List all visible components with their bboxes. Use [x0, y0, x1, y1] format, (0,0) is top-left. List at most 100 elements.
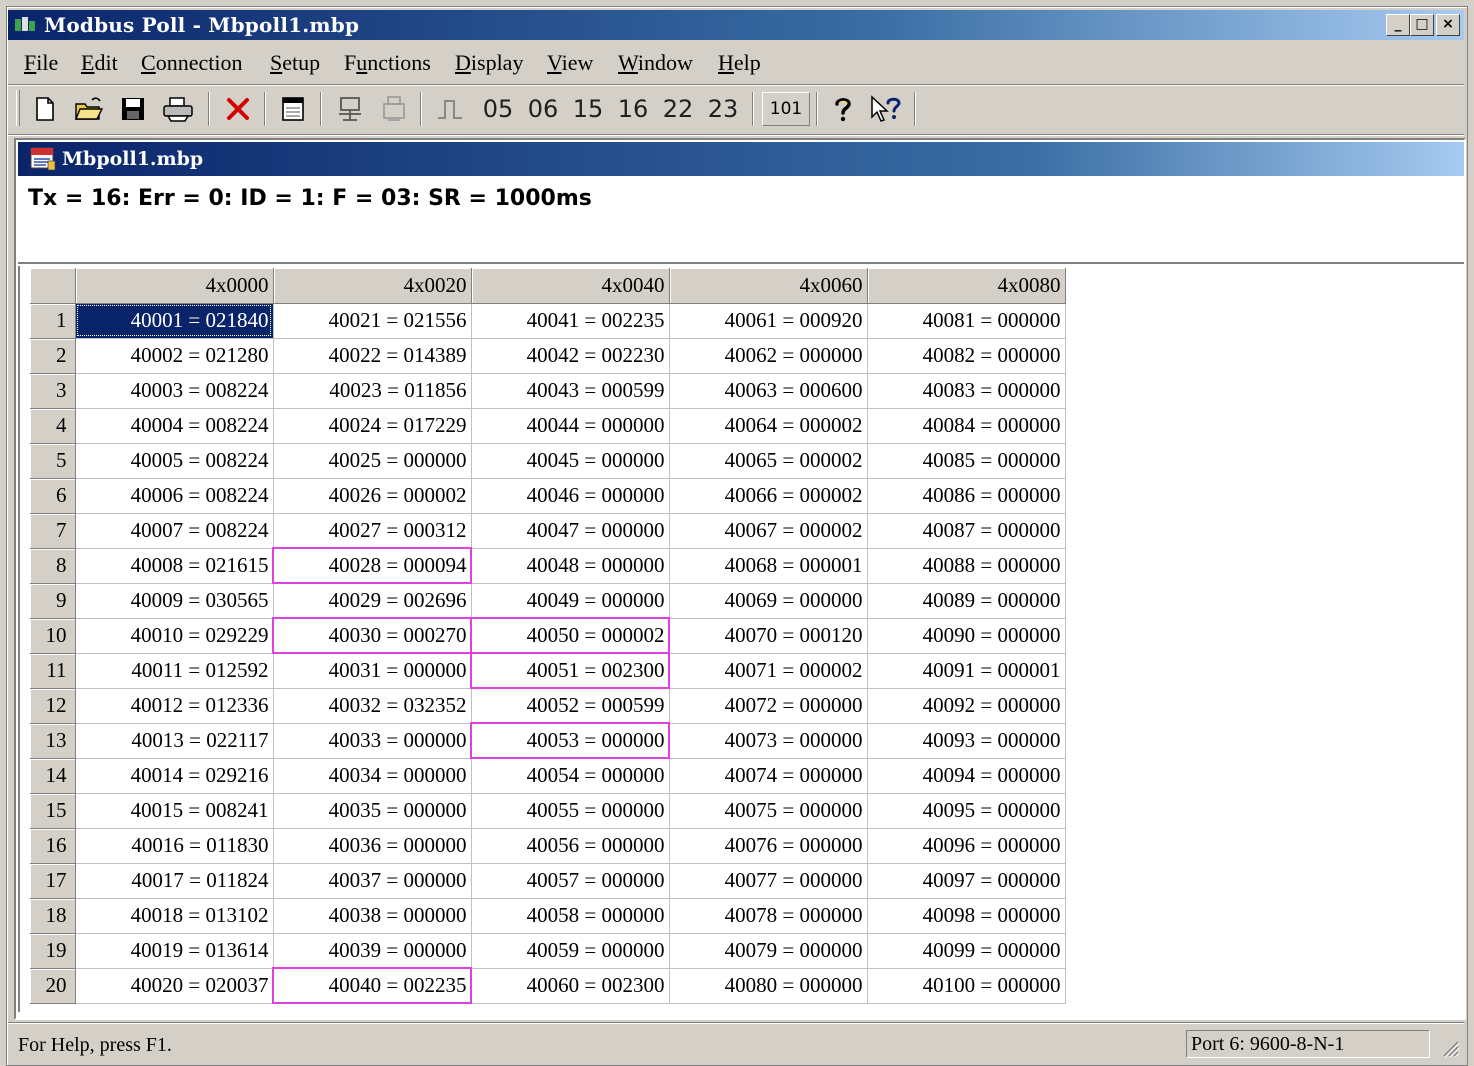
row-header[interactable]: 6	[30, 478, 76, 514]
register-cell[interactable]: 40032 = 032352	[273, 688, 472, 724]
register-cell[interactable]: 40094 = 000000	[867, 758, 1066, 794]
register-cell[interactable]: 40087 = 000000	[867, 513, 1066, 549]
toolbar-grip[interactable]	[16, 90, 20, 126]
register-cell[interactable]: 40064 = 000002	[669, 408, 868, 444]
register-cell[interactable]: 40010 = 029229	[75, 618, 274, 654]
register-cell[interactable]: 40048 = 000000	[471, 548, 670, 584]
register-cell[interactable]: 40047 = 000000	[471, 513, 670, 549]
register-cell[interactable]: 40009 = 030565	[75, 583, 274, 619]
register-cell[interactable]: 40055 = 000000	[471, 793, 670, 829]
register-cell[interactable]: 40079 = 000000	[669, 933, 868, 969]
column-header[interactable]: 4x0080	[867, 268, 1066, 304]
row-header[interactable]: 17	[30, 863, 76, 899]
func-06-button[interactable]: 06	[523, 92, 563, 126]
menu-view[interactable]: View	[547, 50, 593, 76]
row-header[interactable]: 20	[30, 968, 76, 1004]
maximize-button[interactable]: □	[1410, 14, 1434, 36]
register-cell[interactable]: 40098 = 000000	[867, 898, 1066, 934]
register-cell[interactable]: 40096 = 000000	[867, 828, 1066, 864]
menu-file[interactable]: File	[24, 50, 58, 76]
func-23-button[interactable]: 23	[703, 92, 743, 126]
register-cell[interactable]: 40088 = 000000	[867, 548, 1066, 584]
register-cell[interactable]: 40057 = 000000	[471, 863, 670, 899]
register-cell[interactable]: 40021 = 021556	[273, 303, 472, 339]
minimize-button[interactable]: _	[1386, 14, 1410, 36]
register-cell[interactable]: 40073 = 000000	[669, 723, 868, 759]
open-folder-icon[interactable]	[70, 92, 108, 126]
register-cell[interactable]: 40037 = 000000	[273, 863, 472, 899]
register-cell[interactable]: 40033 = 000000	[273, 723, 472, 759]
register-cell[interactable]: 40084 = 000000	[867, 408, 1066, 444]
menu-display[interactable]: Display	[455, 50, 523, 76]
register-cell[interactable]: 40071 = 000002	[669, 653, 868, 689]
pulse-icon[interactable]	[432, 92, 468, 126]
register-cell[interactable]: 40093 = 000000	[867, 723, 1066, 759]
register-cell[interactable]: 40049 = 000000	[471, 583, 670, 619]
register-cell[interactable]: 40040 = 002235	[272, 967, 472, 1004]
row-header[interactable]: 8	[30, 548, 76, 584]
register-cell[interactable]: 40024 = 017229	[273, 408, 472, 444]
register-cell[interactable]: 40076 = 000000	[669, 828, 868, 864]
func-22-button[interactable]: 22	[658, 92, 698, 126]
register-cell[interactable]: 40007 = 008224	[75, 513, 274, 549]
register-cell[interactable]: 40067 = 000002	[669, 513, 868, 549]
register-cell[interactable]: 40001 = 021840	[75, 303, 274, 339]
row-header[interactable]: 7	[30, 513, 76, 549]
register-cell[interactable]: 40005 = 008224	[75, 443, 274, 479]
register-cell[interactable]: 40034 = 000000	[273, 758, 472, 794]
register-cell[interactable]: 40044 = 000000	[471, 408, 670, 444]
func-15-button[interactable]: 15	[568, 92, 608, 126]
register-cell[interactable]: 40039 = 000000	[273, 933, 472, 969]
row-header[interactable]: 5	[30, 443, 76, 479]
help-icon[interactable]	[826, 92, 860, 126]
row-header[interactable]: 9	[30, 583, 76, 619]
register-cell[interactable]: 40003 = 008224	[75, 373, 274, 409]
connect-icon[interactable]	[332, 92, 368, 126]
register-cell[interactable]: 40017 = 011824	[75, 863, 274, 899]
register-cell[interactable]: 40074 = 000000	[669, 758, 868, 794]
register-cell[interactable]: 40095 = 000000	[867, 793, 1066, 829]
register-cell[interactable]: 40089 = 000000	[867, 583, 1066, 619]
func-16-button[interactable]: 16	[613, 92, 653, 126]
row-header[interactable]: 11	[30, 653, 76, 689]
register-cell[interactable]: 40030 = 000270	[272, 617, 472, 654]
counter-101-button[interactable]: 101	[762, 92, 810, 126]
row-header[interactable]: 12	[30, 688, 76, 724]
register-cell[interactable]: 40082 = 000000	[867, 338, 1066, 374]
register-cell[interactable]: 40038 = 000000	[273, 898, 472, 934]
column-header[interactable]: 4x0020	[273, 268, 472, 304]
register-cell[interactable]: 40036 = 000000	[273, 828, 472, 864]
register-cell[interactable]: 40066 = 000002	[669, 478, 868, 514]
row-header[interactable]: 13	[30, 723, 76, 759]
menu-functions[interactable]: Functions	[344, 50, 431, 76]
save-icon[interactable]	[116, 92, 150, 126]
register-cell[interactable]: 40065 = 000002	[669, 443, 868, 479]
window-icon[interactable]	[276, 92, 310, 126]
delete-icon[interactable]	[220, 92, 256, 126]
row-header[interactable]: 14	[30, 758, 76, 794]
register-cell[interactable]: 40052 = 000599	[471, 688, 670, 724]
register-cell[interactable]: 40026 = 000002	[273, 478, 472, 514]
register-cell[interactable]: 40085 = 000000	[867, 443, 1066, 479]
register-cell[interactable]: 40045 = 000000	[471, 443, 670, 479]
register-cell[interactable]: 40042 = 002230	[471, 338, 670, 374]
register-cell[interactable]: 40004 = 008224	[75, 408, 274, 444]
register-cell[interactable]: 40051 = 002300	[470, 652, 670, 689]
row-header[interactable]: 2	[30, 338, 76, 374]
register-cell[interactable]: 40069 = 000000	[669, 583, 868, 619]
register-cell[interactable]: 40080 = 000000	[669, 968, 868, 1004]
resize-grip-icon[interactable]	[1438, 1036, 1460, 1058]
register-cell[interactable]: 40056 = 000000	[471, 828, 670, 864]
menu-window[interactable]: Window	[618, 50, 693, 76]
register-cell[interactable]: 40068 = 000001	[669, 548, 868, 584]
register-cell[interactable]: 40020 = 020037	[75, 968, 274, 1004]
register-cell[interactable]: 40053 = 000000	[470, 722, 670, 759]
register-cell[interactable]: 40059 = 000000	[471, 933, 670, 969]
register-cell[interactable]: 40050 = 000002	[470, 617, 670, 654]
document-title-bar[interactable]: Mbpoll1.mbp	[18, 142, 1464, 176]
register-cell[interactable]: 40062 = 000000	[669, 338, 868, 374]
register-cell[interactable]: 40028 = 000094	[272, 547, 472, 584]
register-cell[interactable]: 40100 = 000000	[867, 968, 1066, 1004]
column-header[interactable]: 4x0000	[75, 268, 274, 304]
register-cell[interactable]: 40012 = 012336	[75, 688, 274, 724]
